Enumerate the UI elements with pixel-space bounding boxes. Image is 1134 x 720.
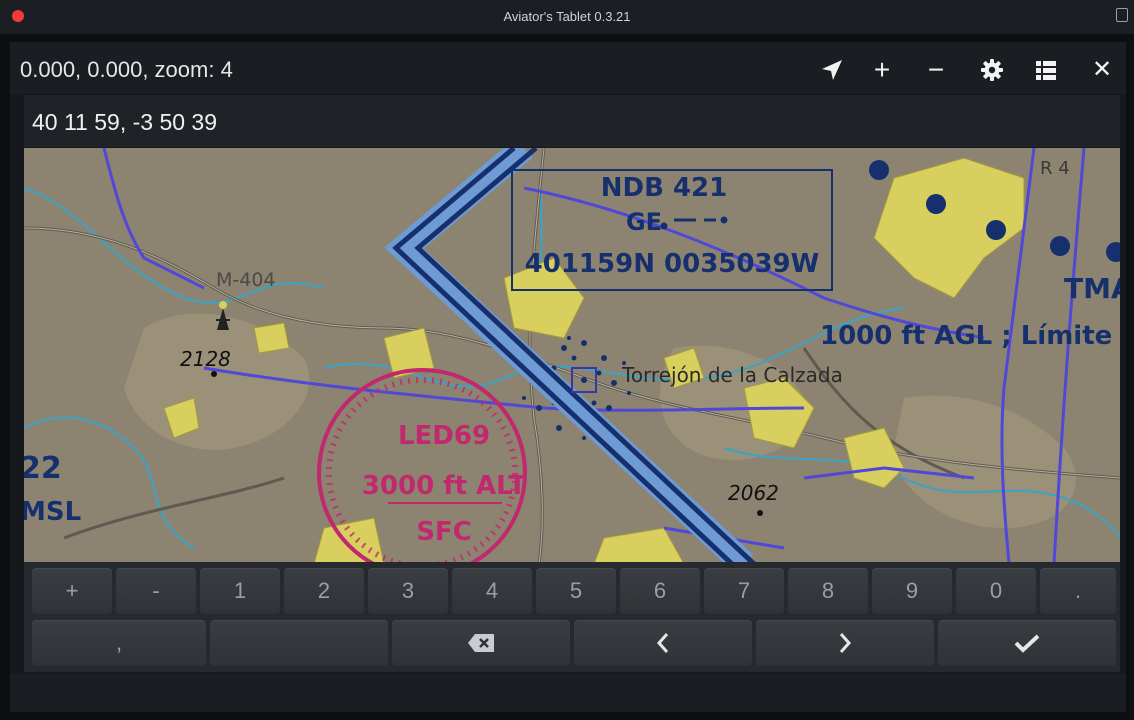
space-key[interactable] [210,620,388,666]
ndb-coords-label: 401159N 0035039W [525,249,820,279]
elevation-label-1: 2128 [180,347,231,371]
town-label: Torrejón de la Calzada [621,363,843,387]
restore-window-icon[interactable] [1116,8,1128,22]
check-icon [1014,634,1040,653]
close-button[interactable]: ✕ [1086,54,1118,86]
ndb-center-dot [581,377,587,383]
road-label: M-404 [216,269,276,291]
comma-key[interactable]: , [32,620,206,666]
map-view[interactable]: NDB 421 GE 401159N 0035039W Torrejón de … [24,148,1120,564]
coordinates-readout: 0.000, 0.000, zoom: 4 [20,57,233,82]
key-4[interactable]: 4 [452,568,532,614]
key-3[interactable]: 3 [368,568,448,614]
chevron-left-icon [656,633,669,653]
key-6[interactable]: 6 [620,568,700,614]
on-screen-keyboard: + - 1 2 3 4 5 6 7 8 9 0 . , [24,562,1120,672]
coordinate-entry [24,95,1120,147]
elevation-label-2: 2062 [728,481,779,505]
backspace-key[interactable] [392,620,570,666]
key-minus[interactable]: - [116,568,196,614]
settings-button[interactable] [976,54,1008,86]
key-8[interactable]: 8 [788,568,868,614]
gear-icon [981,59,1003,81]
enter-key[interactable] [938,620,1116,666]
key-9[interactable]: 9 [872,568,952,614]
key-0[interactable]: 0 [956,568,1036,614]
title-bar: Aviator's Tablet 0.3.21 [0,0,1134,34]
plus-icon: + [873,54,891,85]
app-frame: 0.000, 0.000, zoom: 4 + − ✕ 40 11 59, -3… [10,42,1126,712]
elevation-point-2 [757,510,763,516]
key-plus[interactable]: + [32,568,112,614]
aeronautical-chart: NDB 421 GE 401159N 0035039W Torrejón de … [24,148,1120,564]
zone-upper-label: 3000 ft ALT [362,471,527,501]
key-7[interactable]: 7 [704,568,784,614]
list-button[interactable] [1030,54,1062,86]
cursor-left-key[interactable] [574,620,752,666]
backspace-icon [468,634,494,652]
zone-lower-label: SFC [416,517,472,547]
coordinate-input[interactable] [30,103,1114,141]
top-right-label: R 4 [1040,158,1070,179]
status-bar [10,674,1126,712]
key-dot[interactable]: . [1040,568,1116,614]
ndb-ident-label: GE [626,208,662,236]
ndb-name-label: NDB 421 [601,173,727,203]
window-title: Aviator's Tablet 0.3.21 [503,9,631,24]
location-arrow-icon [822,60,842,80]
cursor-right-key[interactable] [756,620,934,666]
locate-button[interactable] [816,54,848,86]
chevron-right-icon [839,633,852,653]
left-value-label: 22 [24,451,62,486]
key-2[interactable]: 2 [284,568,364,614]
zoom-in-button[interactable]: + [866,54,898,86]
zoom-out-button[interactable]: − [920,54,952,86]
minus-icon: − [927,54,945,85]
close-icon: ✕ [1091,56,1113,83]
zone-name-label: LED69 [398,421,490,451]
tma-limit-label: 1000 ft AGL ; Límite su [820,321,1120,351]
key-5[interactable]: 5 [536,568,616,614]
key-1[interactable]: 1 [200,568,280,614]
left-unit-label: MSL [24,497,81,527]
tma-name-label: TMAD [1064,272,1120,305]
elevation-point-1 [211,371,217,377]
toolbar: 0.000, 0.000, zoom: 4 + − ✕ [10,42,1126,94]
list-icon [1036,61,1056,80]
